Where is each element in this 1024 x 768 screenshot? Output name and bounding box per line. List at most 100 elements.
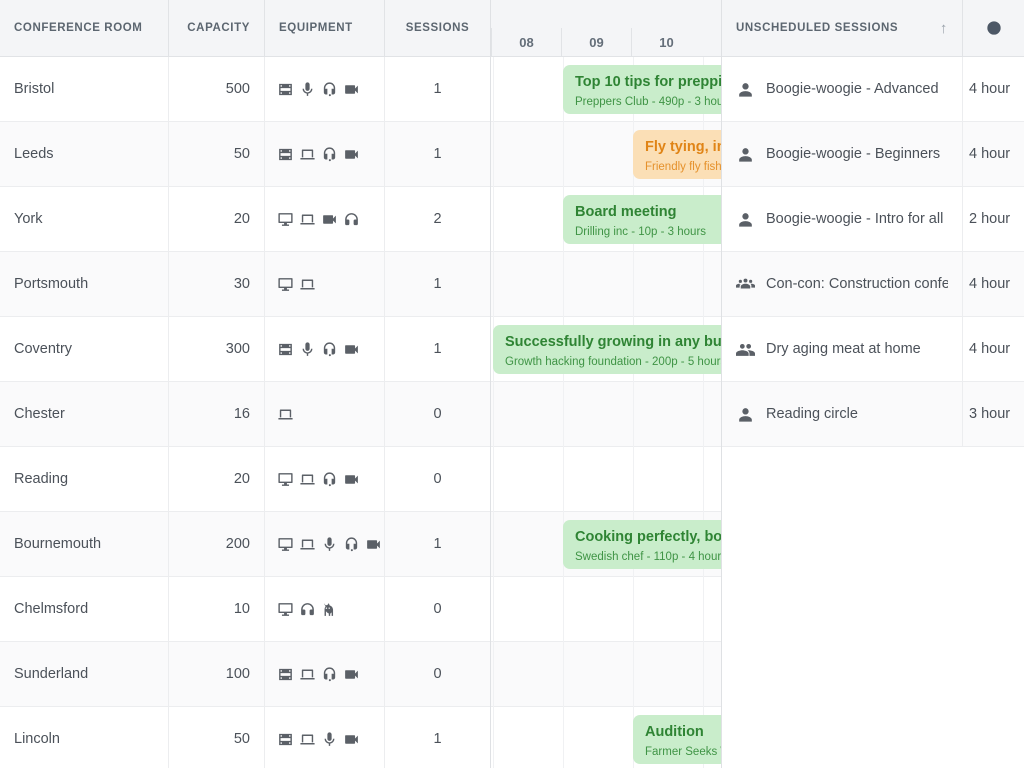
monitor-icon	[277, 211, 294, 228]
column-header-capacity[interactable]: CAPACITY	[169, 0, 265, 56]
unscheduled-sessions-title: UNSCHEDULED SESSIONS	[736, 22, 899, 34]
cell-equipment	[265, 122, 385, 186]
table-row[interactable]: Bournemouth 200 1	[0, 512, 490, 577]
calendar-event[interactable]: Top 10 tips for prepping Preppers Club - …	[563, 65, 722, 114]
calendar-row-lane[interactable]	[491, 382, 721, 447]
cell-capacity: 50	[169, 707, 265, 768]
calendar-row-lane[interactable]	[491, 447, 721, 512]
cell-equipment	[265, 187, 385, 251]
cell-sessions: 1	[433, 146, 442, 162]
list-item[interactable]: Reading circle 3 hour	[722, 382, 1024, 447]
table-row[interactable]: Sunderland 100 0	[0, 642, 490, 707]
calendar-event-title: Fly tying, introduction	[645, 139, 721, 155]
cell-sessions: 1	[433, 731, 442, 747]
table-row[interactable]: Chester 16 0	[0, 382, 490, 447]
calendar-hour-axis: 08 09 10	[491, 28, 721, 57]
videocam-icon	[343, 471, 360, 488]
laptop-icon	[299, 536, 316, 553]
table-row[interactable]: Reading 20 0	[0, 447, 490, 512]
calendar-event[interactable]: Board meeting Drilling inc - 10p - 3 hour…	[563, 195, 721, 244]
cell-conference-room: Portsmouth	[0, 252, 169, 316]
list-item[interactable]: Dry aging meat at home 4 hour	[722, 317, 1024, 382]
calendar-event-subtitle: Preppers Club - 490p - 3 hours	[575, 96, 722, 108]
groups-icon	[736, 275, 755, 294]
microphone-icon	[299, 81, 316, 98]
videocam-icon	[343, 146, 360, 163]
column-header-conference-room[interactable]: CONFERENCE ROOM	[0, 0, 169, 56]
table-row[interactable]: York 20 2	[0, 187, 490, 252]
cell-capacity: 20	[169, 187, 265, 251]
calendar-event[interactable]: Successfully growing in any budget Growth…	[493, 325, 722, 374]
cell-conference-room: Bournemouth	[0, 512, 169, 576]
list-item[interactable]: Con-con: Construction conference 4 hour	[722, 252, 1024, 317]
calendar-event-subtitle: Friendly fly fishers - 30p - 2 hours	[645, 161, 722, 173]
duration-column-header[interactable]	[963, 0, 1024, 56]
cell-conference-room: Chelmsford	[0, 577, 169, 641]
calendar-row-lane[interactable]	[491, 642, 721, 707]
calendar-event-title: Audition	[645, 724, 704, 740]
calendar-hour-label[interactable]: 08	[491, 28, 561, 57]
table-row[interactable]: Lincoln 50 1	[0, 707, 490, 768]
table-row[interactable]: Leeds 50 1	[0, 122, 490, 187]
table-row[interactable]: Coventry 300 1	[0, 317, 490, 382]
unscheduled-session-duration: 4 hour	[969, 341, 1011, 357]
person-icon	[736, 80, 755, 99]
headset-icon	[321, 146, 338, 163]
projector-icon	[277, 81, 294, 98]
unscheduled-session-label: Dry aging meat at home	[766, 341, 921, 357]
unscheduled-session-duration: 4 hour	[969, 81, 1011, 97]
calendar-event-title: Top 10 tips for prepping	[575, 74, 722, 90]
arrow-up-icon[interactable]: ↑	[940, 21, 948, 36]
unscheduled-session-duration: 4 hour	[969, 146, 1011, 162]
projector-icon	[277, 731, 294, 748]
calendar-event[interactable]: Audition Farmer Seeks Wife - 40p - 2 hour…	[633, 715, 721, 764]
unscheduled-session-name-cell: Dry aging meat at home	[722, 317, 963, 381]
table-row[interactable]: Chelmsford 10 0	[0, 577, 490, 642]
cell-equipment	[265, 642, 385, 706]
table-row[interactable]: Bristol 500 1	[0, 57, 490, 122]
list-item[interactable]: Boogie-woogie - Advanced 4 hour	[722, 57, 1024, 122]
unscheduled-session-duration: 3 hour	[969, 406, 1011, 422]
calendar-event-subtitle: Swedish chef - 110p - 4 hours	[575, 551, 722, 563]
calendar-event-subtitle: Drilling inc - 10p - 3 hours	[575, 226, 707, 238]
headset-icon	[343, 536, 360, 553]
calendar-row-lane[interactable]	[491, 577, 721, 642]
room-scheduler-app: CONFERENCE ROOM CAPACITY EQUIPMENT SESSI…	[0, 0, 1024, 768]
cell-equipment	[265, 57, 385, 121]
column-header-equipment[interactable]: EQUIPMENT	[265, 0, 385, 56]
list-item[interactable]: Boogie-woogie - Beginners 4 hour	[722, 122, 1024, 187]
person-icon	[736, 405, 755, 424]
calendar-event-subtitle: Growth hacking foundation - 200p - 5 hou…	[505, 356, 722, 368]
grid-body: Bristol 500 1 Leeds 50 1 York 20 2 Portsmouth 30 1 C…	[0, 57, 490, 768]
calendar-event[interactable]: Fly tying, introduction Friendly fly fish…	[633, 130, 722, 179]
headset-icon	[321, 471, 338, 488]
unscheduled-session-label: Boogie-woogie - Beginners	[766, 146, 941, 162]
calendar-event-subtitle: Farmer Seeks Wife - 40p - 2 hours	[645, 746, 721, 758]
videocam-icon	[365, 536, 382, 553]
projector-icon	[277, 666, 294, 683]
schedule-calendar: 080910 Top 10 tips for prepping Preppers …	[490, 0, 722, 768]
calendar-hour-label[interactable]: 09	[561, 28, 631, 57]
cell-conference-room: Reading	[0, 447, 169, 511]
unscheduled-sessions-panel: UNSCHEDULED SESSIONS ↑ Boogie-woogie - A…	[722, 0, 1024, 768]
clock-icon	[986, 20, 1002, 36]
calendar-hour-label[interactable]: 10	[631, 28, 701, 57]
calendar-body: Top 10 tips for prepping Preppers Club - …	[491, 57, 721, 768]
laptop-icon	[299, 471, 316, 488]
list-item[interactable]: Boogie-woogie - Intro for all 2 hour	[722, 187, 1024, 252]
calendar-header-spacer	[491, 0, 721, 28]
calendar-row-lane[interactable]	[491, 252, 721, 317]
unscheduled-session-duration: 4 hour	[969, 276, 1011, 292]
unscheduled-sessions-title-cell[interactable]: UNSCHEDULED SESSIONS ↑	[722, 0, 963, 56]
calendar-event[interactable]: Cooking perfectly, both ways Swedish chef…	[563, 520, 722, 569]
videocam-icon	[343, 341, 360, 358]
table-row[interactable]: Portsmouth 30 1	[0, 252, 490, 317]
cell-conference-room: Leeds	[0, 122, 169, 186]
column-header-sessions[interactable]: SESSIONS	[385, 0, 490, 56]
unscheduled-sessions-list: Boogie-woogie - Advanced 4 hour Boogie-woo…	[722, 57, 1024, 447]
cell-capacity: 300	[169, 317, 265, 381]
cell-conference-room: Bristol	[0, 57, 169, 121]
headphones-icon	[343, 211, 360, 228]
unscheduled-session-duration: 2 hour	[969, 211, 1011, 227]
laptop-icon	[299, 731, 316, 748]
